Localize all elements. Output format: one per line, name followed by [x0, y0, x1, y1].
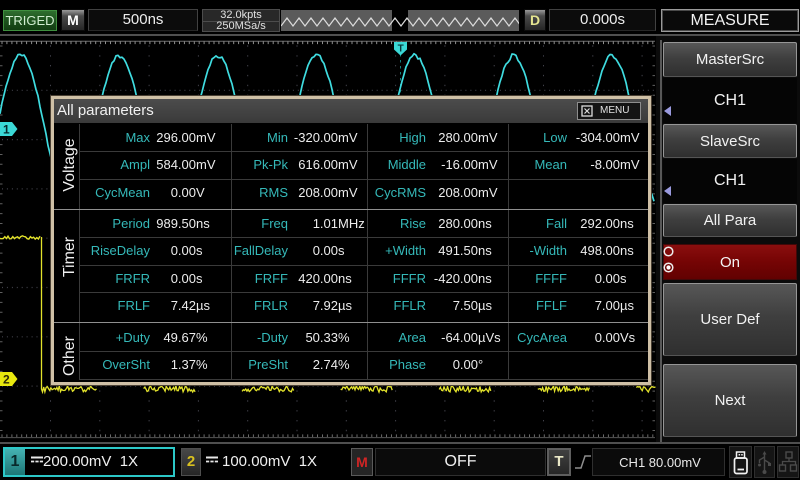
- svg-text:2: 2: [3, 372, 10, 386]
- svg-text:T: T: [398, 44, 404, 55]
- svg-text:1: 1: [3, 122, 10, 136]
